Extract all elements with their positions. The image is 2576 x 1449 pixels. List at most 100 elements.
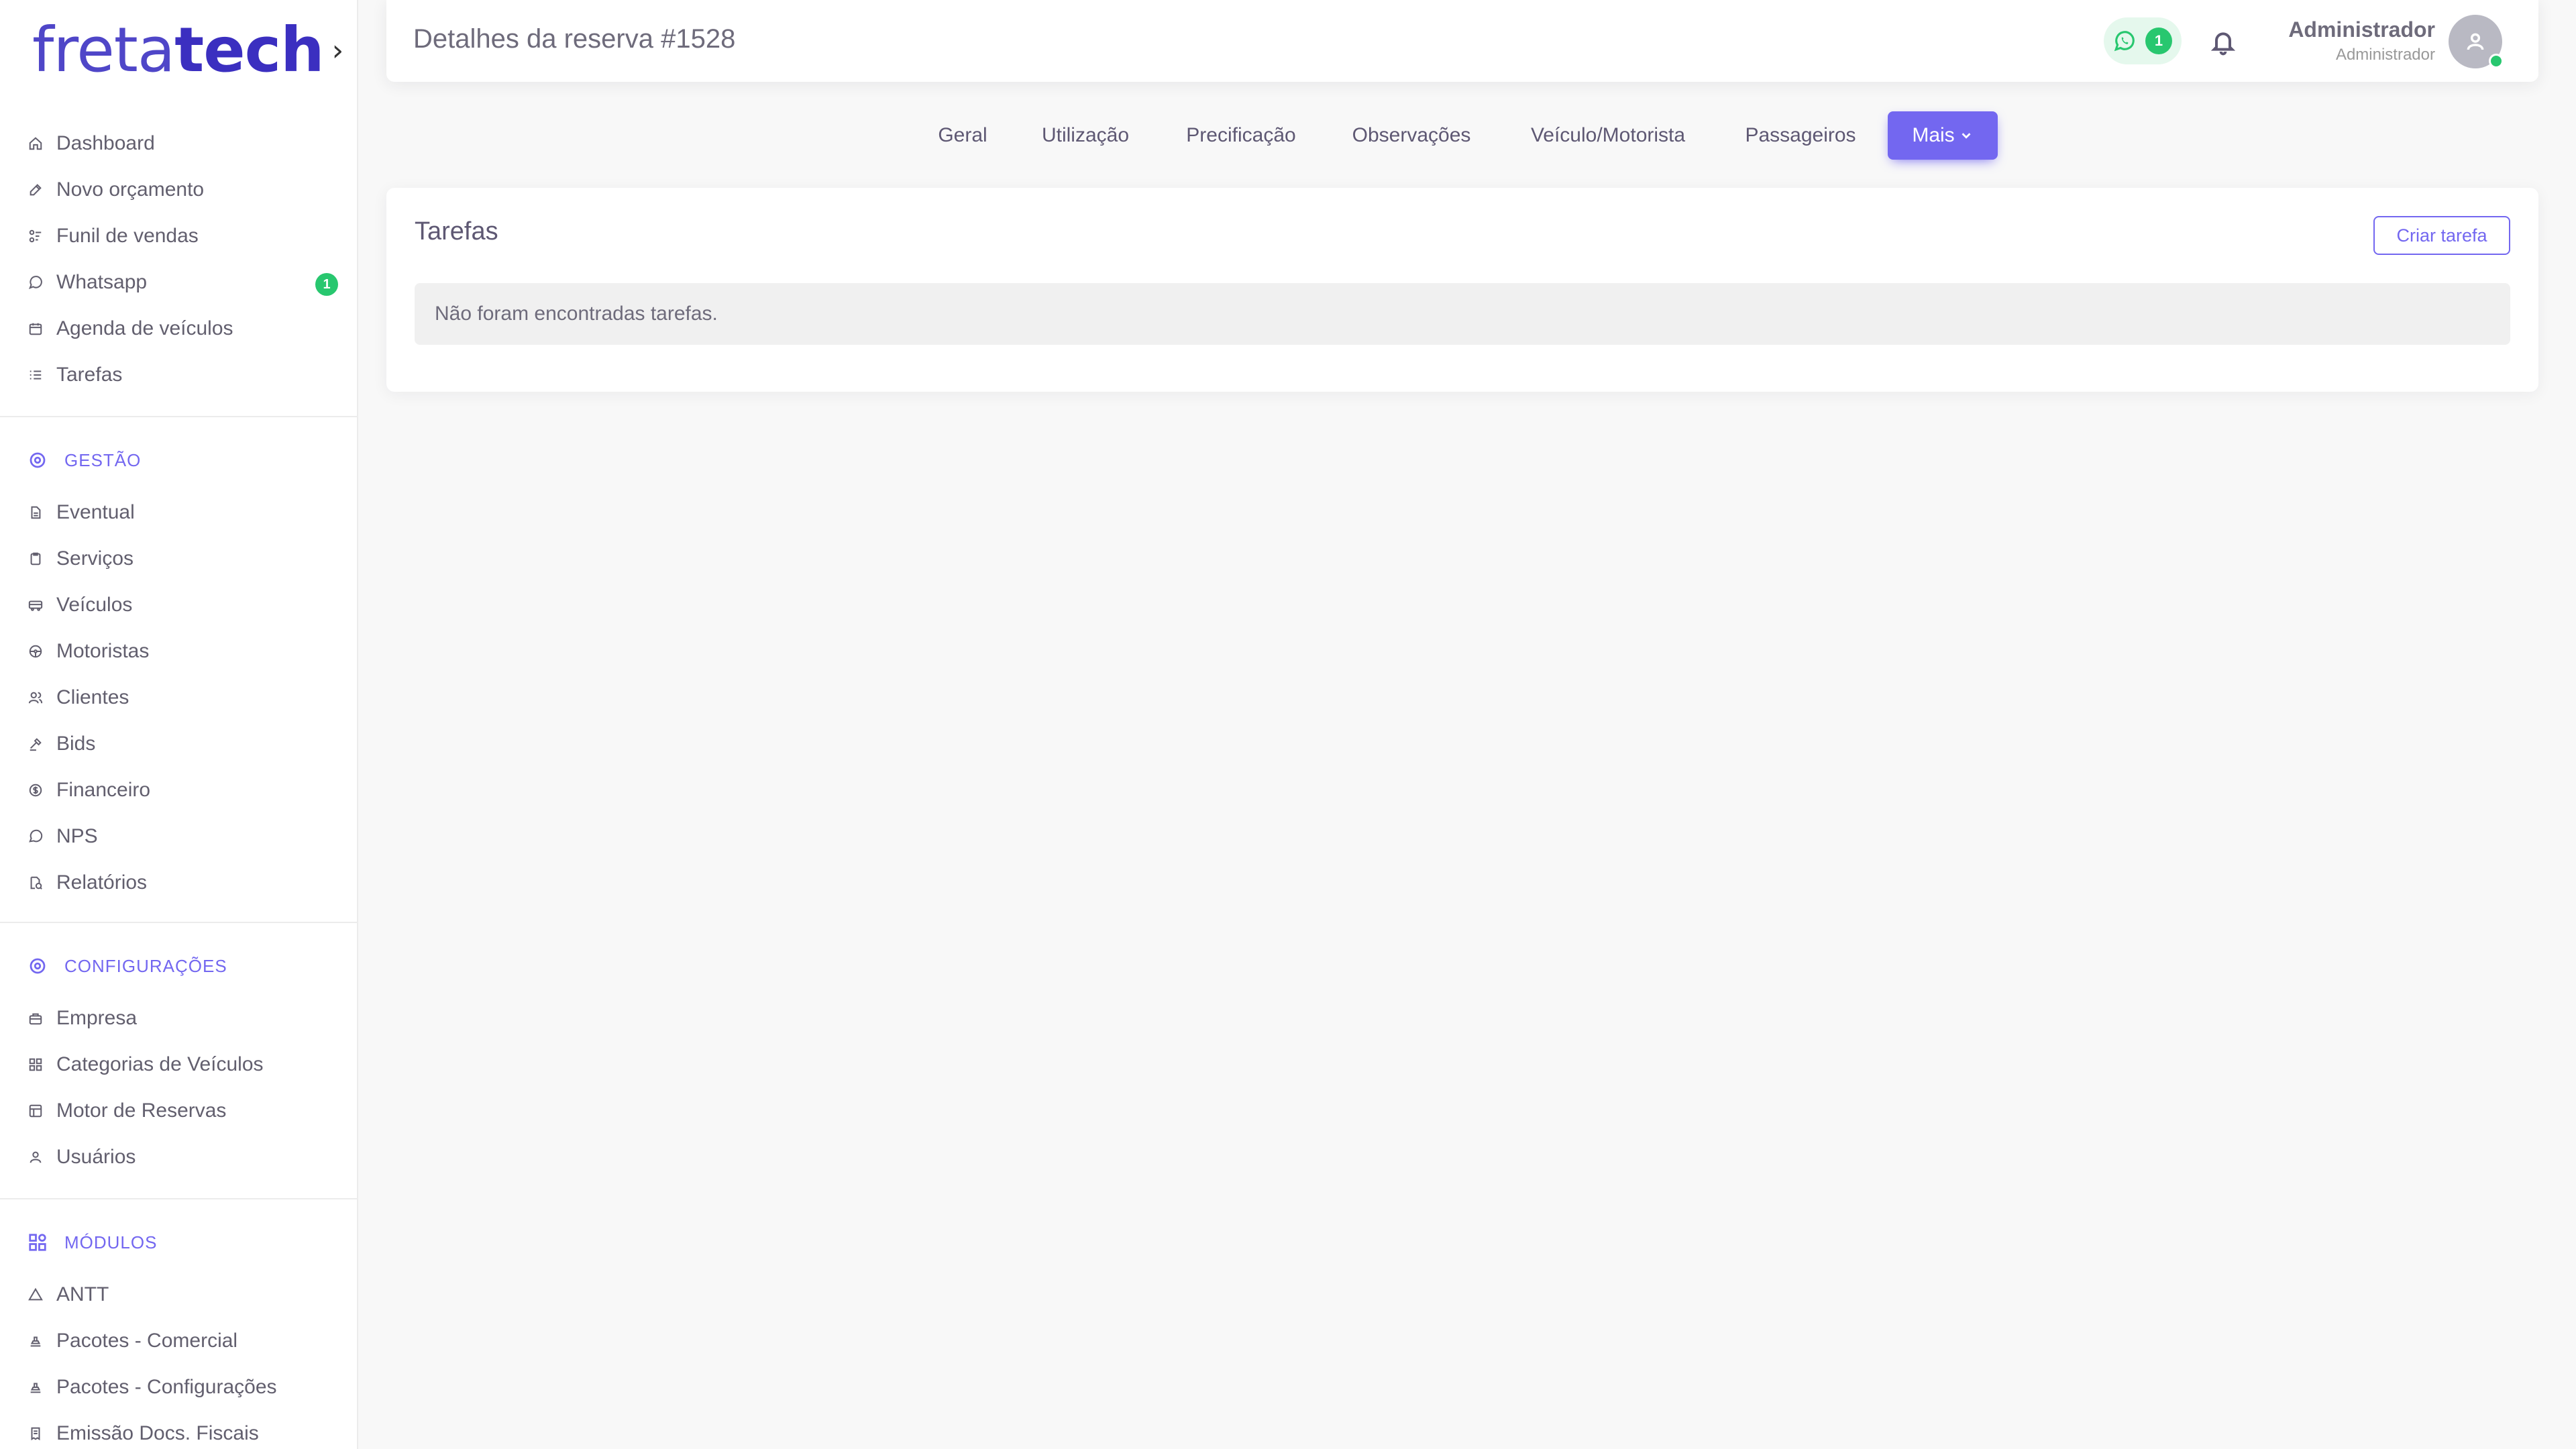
- sidebar-item-novo-orcamento[interactable]: Novo orçamento: [0, 166, 357, 213]
- user-icon: [2467, 33, 2484, 50]
- sidebar-item-whatsapp[interactable]: Whatsapp 1: [0, 259, 357, 305]
- report-icon: [27, 874, 44, 892]
- package-settings-icon: [27, 1379, 44, 1396]
- steering-wheel-icon: [27, 643, 44, 660]
- sidebar-item-label: Agenda de veículos: [56, 317, 233, 339]
- modulos-nav: ANTT Pacotes - Comercial Pacotes - Confi…: [0, 1271, 357, 1449]
- sidebar-item-label: Categorias de Veículos: [56, 1053, 264, 1075]
- user-icon: [27, 1148, 44, 1166]
- sidebar-item-label: Relatórios: [56, 871, 148, 894]
- calendar-icon: [27, 320, 44, 337]
- sidebar-item-pacotes-comercial[interactable]: Pacotes - Comercial: [0, 1318, 357, 1364]
- sidebar-item-label: Clientes: [56, 686, 129, 708]
- tab-label: Veículo/Motorista: [1530, 124, 1686, 146]
- sidebar-item-label: Funil de vendas: [56, 224, 199, 247]
- sidebar-item-eventual[interactable]: Eventual: [0, 489, 357, 535]
- sidebar-item-veiculos[interactable]: Veículos: [0, 582, 357, 628]
- main-nav: Dashboard Novo orçamento Funil de vendas…: [0, 120, 357, 398]
- reservation-tabs: Geral Utilização Precificação Observaçõe…: [0, 111, 2576, 160]
- card-title: Tarefas: [415, 217, 498, 246]
- sidebar-item-emissao-docs-fiscais[interactable]: Emissão Docs. Fiscais: [0, 1410, 357, 1449]
- sidebar-item-label: Motoristas: [56, 639, 150, 662]
- empty-message-text: Não foram encontradas tarefas.: [435, 303, 718, 325]
- brand-logo[interactable]: freta tech ›: [28, 13, 343, 87]
- sidebar-item-tarefas[interactable]: Tarefas: [0, 352, 357, 398]
- sidebar-item-label: Novo orçamento: [56, 178, 205, 201]
- sidebar-item-servicos[interactable]: Serviços: [0, 535, 357, 582]
- top-navbar: Detalhes da reserva #1528 1 Administrado…: [386, 0, 2538, 82]
- tab-label: Precificação: [1186, 124, 1296, 146]
- tab-label: Passageiros: [1745, 124, 1856, 146]
- coin-icon: [27, 782, 44, 799]
- sidebar-item-categorias-de-veiculos[interactable]: Categorias de Veículos: [0, 1041, 357, 1087]
- gestao-nav: Eventual Serviços Veículos Motoristas Cl…: [0, 489, 357, 906]
- configuracoes-nav: Empresa Categorias de Veículos Motor de …: [0, 995, 357, 1180]
- sidebar-item-nps[interactable]: NPS: [0, 813, 357, 859]
- section-title: MÓDULOS: [64, 1232, 158, 1252]
- sidebar-item-financeiro[interactable]: Financeiro: [0, 767, 357, 813]
- tab-label: Geral: [938, 124, 987, 146]
- section-header-modulos: MÓDULOS: [27, 1226, 157, 1259]
- section-header-configuracoes: CONFIGURAÇÕES: [27, 949, 227, 983]
- sidebar-item-label: Empresa: [56, 1006, 138, 1029]
- sidebar-item-motor-de-reservas[interactable]: Motor de Reservas: [0, 1087, 357, 1134]
- funnel-icon: [27, 227, 44, 245]
- sidebar-item-clientes[interactable]: Clientes: [0, 674, 357, 720]
- list-icon: [27, 366, 44, 384]
- sidebar-item-bids[interactable]: Bids: [0, 720, 357, 767]
- whatsapp-count-badge: 1: [2145, 28, 2172, 54]
- sidebar-divider: [0, 416, 357, 417]
- sidebar-item-relatorios[interactable]: Relatórios: [0, 859, 357, 906]
- sidebar: freta tech › Dashboard Novo orçamento Fun…: [0, 0, 358, 1449]
- tab-utilizacao[interactable]: Utilização: [1026, 111, 1144, 160]
- gavel-icon: [27, 735, 44, 753]
- sidebar-item-funil-de-vendas[interactable]: Funil de vendas: [0, 213, 357, 259]
- gear-icon: [27, 449, 48, 471]
- tab-veiculo-motorista[interactable]: Veículo/Motorista: [1511, 111, 1705, 160]
- empty-tasks-message: Não foram encontradas tarefas.: [415, 283, 2510, 345]
- notifications-button[interactable]: [2210, 27, 2237, 56]
- apps-icon: [27, 1232, 48, 1253]
- tasks-card: Tarefas Criar tarefa Não foram encontrad…: [386, 188, 2538, 392]
- sidebar-item-usuarios[interactable]: Usuários: [0, 1134, 357, 1180]
- whatsapp-notification-button[interactable]: 1: [2104, 17, 2182, 64]
- online-status-dot: [2489, 54, 2504, 68]
- sidebar-item-label: NPS: [56, 824, 98, 847]
- sidebar-item-label: Whatsapp: [56, 270, 148, 293]
- tab-passageiros[interactable]: Passageiros: [1731, 111, 1870, 160]
- sidebar-item-agenda-de-veiculos[interactable]: Agenda de veículos: [0, 305, 357, 352]
- users-icon: [27, 689, 44, 706]
- brand-name: freta tech: [32, 14, 325, 86]
- sidebar-item-label: Financeiro: [56, 778, 151, 801]
- section-header-gestao: GESTÃO: [27, 443, 141, 477]
- tab-precificacao[interactable]: Precificação: [1170, 111, 1312, 160]
- tab-observacoes[interactable]: Observações: [1338, 111, 1485, 160]
- package-icon: [27, 1332, 44, 1350]
- whatsapp-icon: [27, 274, 44, 291]
- sidebar-item-label: ANTT: [56, 1283, 109, 1305]
- sidebar-item-label: Emissão Docs. Fiscais: [56, 1421, 259, 1444]
- sidebar-item-pacotes-configuracoes[interactable]: Pacotes - Configurações: [0, 1364, 357, 1410]
- user-role: Administrador: [2335, 46, 2435, 64]
- tab-mais-dropdown[interactable]: Mais: [1888, 111, 1998, 160]
- tab-label: Observações: [1352, 124, 1471, 146]
- sidebar-item-empresa[interactable]: Empresa: [0, 995, 357, 1041]
- edit-icon: [27, 181, 44, 199]
- gear-icon: [27, 955, 48, 977]
- table-icon: [27, 1102, 44, 1120]
- create-task-button[interactable]: Criar tarefa: [2373, 216, 2510, 255]
- sidebar-item-label: Tarefas: [56, 363, 123, 386]
- sidebar-item-label: Veículos: [56, 593, 133, 616]
- sidebar-item-label: Serviços: [56, 547, 134, 570]
- sidebar-item-motoristas[interactable]: Motoristas: [0, 628, 357, 674]
- sidebar-item-label: Eventual: [56, 500, 135, 523]
- sidebar-item-label: Pacotes - Configurações: [56, 1375, 277, 1398]
- tab-label: Mais: [1912, 124, 1955, 146]
- tab-geral[interactable]: Geral: [924, 111, 1001, 160]
- user-name[interactable]: Administrador: [2288, 17, 2435, 42]
- clipboard-icon: [27, 550, 44, 568]
- sidebar-item-antt[interactable]: ANTT: [0, 1271, 357, 1318]
- sidebar-divider: [0, 1198, 357, 1199]
- triangle-icon: [27, 1286, 44, 1303]
- sidebar-collapse-chevron-icon[interactable]: ›: [332, 34, 344, 68]
